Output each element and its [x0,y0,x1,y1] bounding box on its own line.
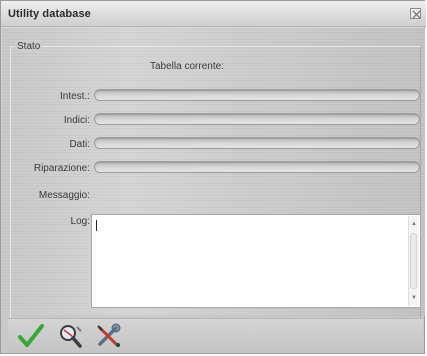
confirm-button[interactable] [16,322,46,350]
index-progress-label: Indici: [63,115,90,126]
log-label: Log: [70,216,90,227]
scroll-thumb[interactable] [410,233,417,289]
checkmark-icon [18,324,44,347]
header-progress-label: Intest.: [59,91,90,102]
repair-database-button[interactable] [94,322,124,350]
close-icon [412,10,421,19]
stato-legend: Stato [15,41,43,52]
scroll-up-arrow-icon[interactable]: ▲ [411,221,417,227]
repair-progress-label: Riparazione: [33,163,90,174]
message-label: Messaggio: [38,190,90,201]
data-progress-bar [94,137,420,149]
bottom-toolbar [8,318,423,353]
log-scrollbar[interactable]: ▲ ▼ [408,216,419,306]
log-textarea[interactable]: ▲ ▼ [91,214,421,308]
main-panel: Stato Tabella corrente: Intest.: Indici:… [2,28,425,336]
text-caret [96,220,97,231]
utility-database-window: Utility database Stato Tabella corrente:… [0,0,426,354]
index-progress-bar [94,113,420,125]
window-title: Utility database [8,8,91,20]
current-table-label: Tabella corrente: [150,61,224,72]
wrench-screwdriver-icon [97,323,121,347]
check-database-button[interactable] [56,322,86,350]
close-button[interactable] [410,8,421,19]
magnifier-tool-icon [60,325,82,348]
data-progress-label: Dati: [69,139,90,150]
scroll-down-arrow-icon[interactable]: ▼ [411,295,417,301]
title-bar[interactable]: Utility database [1,1,426,27]
header-progress-bar [94,89,420,101]
repair-progress-bar [94,161,420,173]
